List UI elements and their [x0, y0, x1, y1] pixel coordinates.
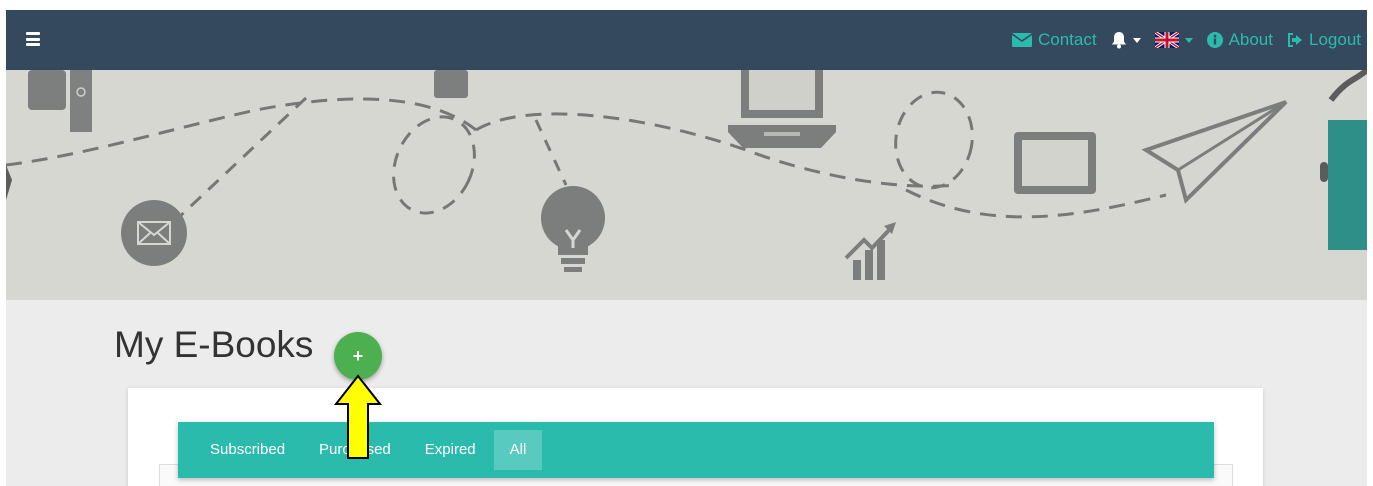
paper-plane-icon — [1141, 100, 1288, 204]
page-title: My E-Books — [114, 324, 314, 365]
add-ebook-button[interactable]: + — [334, 332, 382, 380]
hamburger-icon[interactable] — [26, 32, 40, 46]
phone-icon — [434, 70, 468, 98]
language-dropdown[interactable] — [1154, 32, 1193, 48]
sign-out-icon — [1288, 33, 1302, 47]
header-banner — [6, 70, 1367, 300]
tab-expired[interactable]: Expired — [409, 430, 492, 470]
info-icon — [1206, 32, 1223, 48]
computer-tower-icon — [28, 70, 66, 110]
contact-label: Contact — [1037, 30, 1097, 49]
bell-icon — [1111, 32, 1126, 49]
banner-illustration — [6, 70, 1367, 280]
envelope-icon — [1011, 33, 1032, 47]
navbar-right: Contact About Logout — [1011, 10, 1367, 70]
caret-down-icon — [1132, 37, 1141, 43]
tab-all[interactable]: All — [493, 430, 543, 470]
tab-subscribed[interactable]: Subscribed — [194, 430, 301, 470]
contact-link[interactable]: Contact — [1011, 30, 1097, 50]
uk-flag-icon — [1154, 32, 1179, 48]
annotation-arrow-icon — [333, 374, 383, 459]
envelope-icon — [121, 200, 187, 266]
top-navbar: Contact About Logout — [6, 10, 1367, 70]
growth-chart-icon — [844, 222, 896, 280]
app-frame: Contact About Logout My E-Books + Subscr… — [6, 10, 1367, 486]
logout-label: Logout — [1309, 30, 1361, 49]
notifications-dropdown[interactable] — [1111, 31, 1141, 49]
caret-down-icon — [1184, 37, 1193, 43]
about-link[interactable]: About — [1206, 30, 1273, 50]
logout-link[interactable]: Logout — [1287, 30, 1361, 50]
about-label: About — [1228, 30, 1273, 49]
